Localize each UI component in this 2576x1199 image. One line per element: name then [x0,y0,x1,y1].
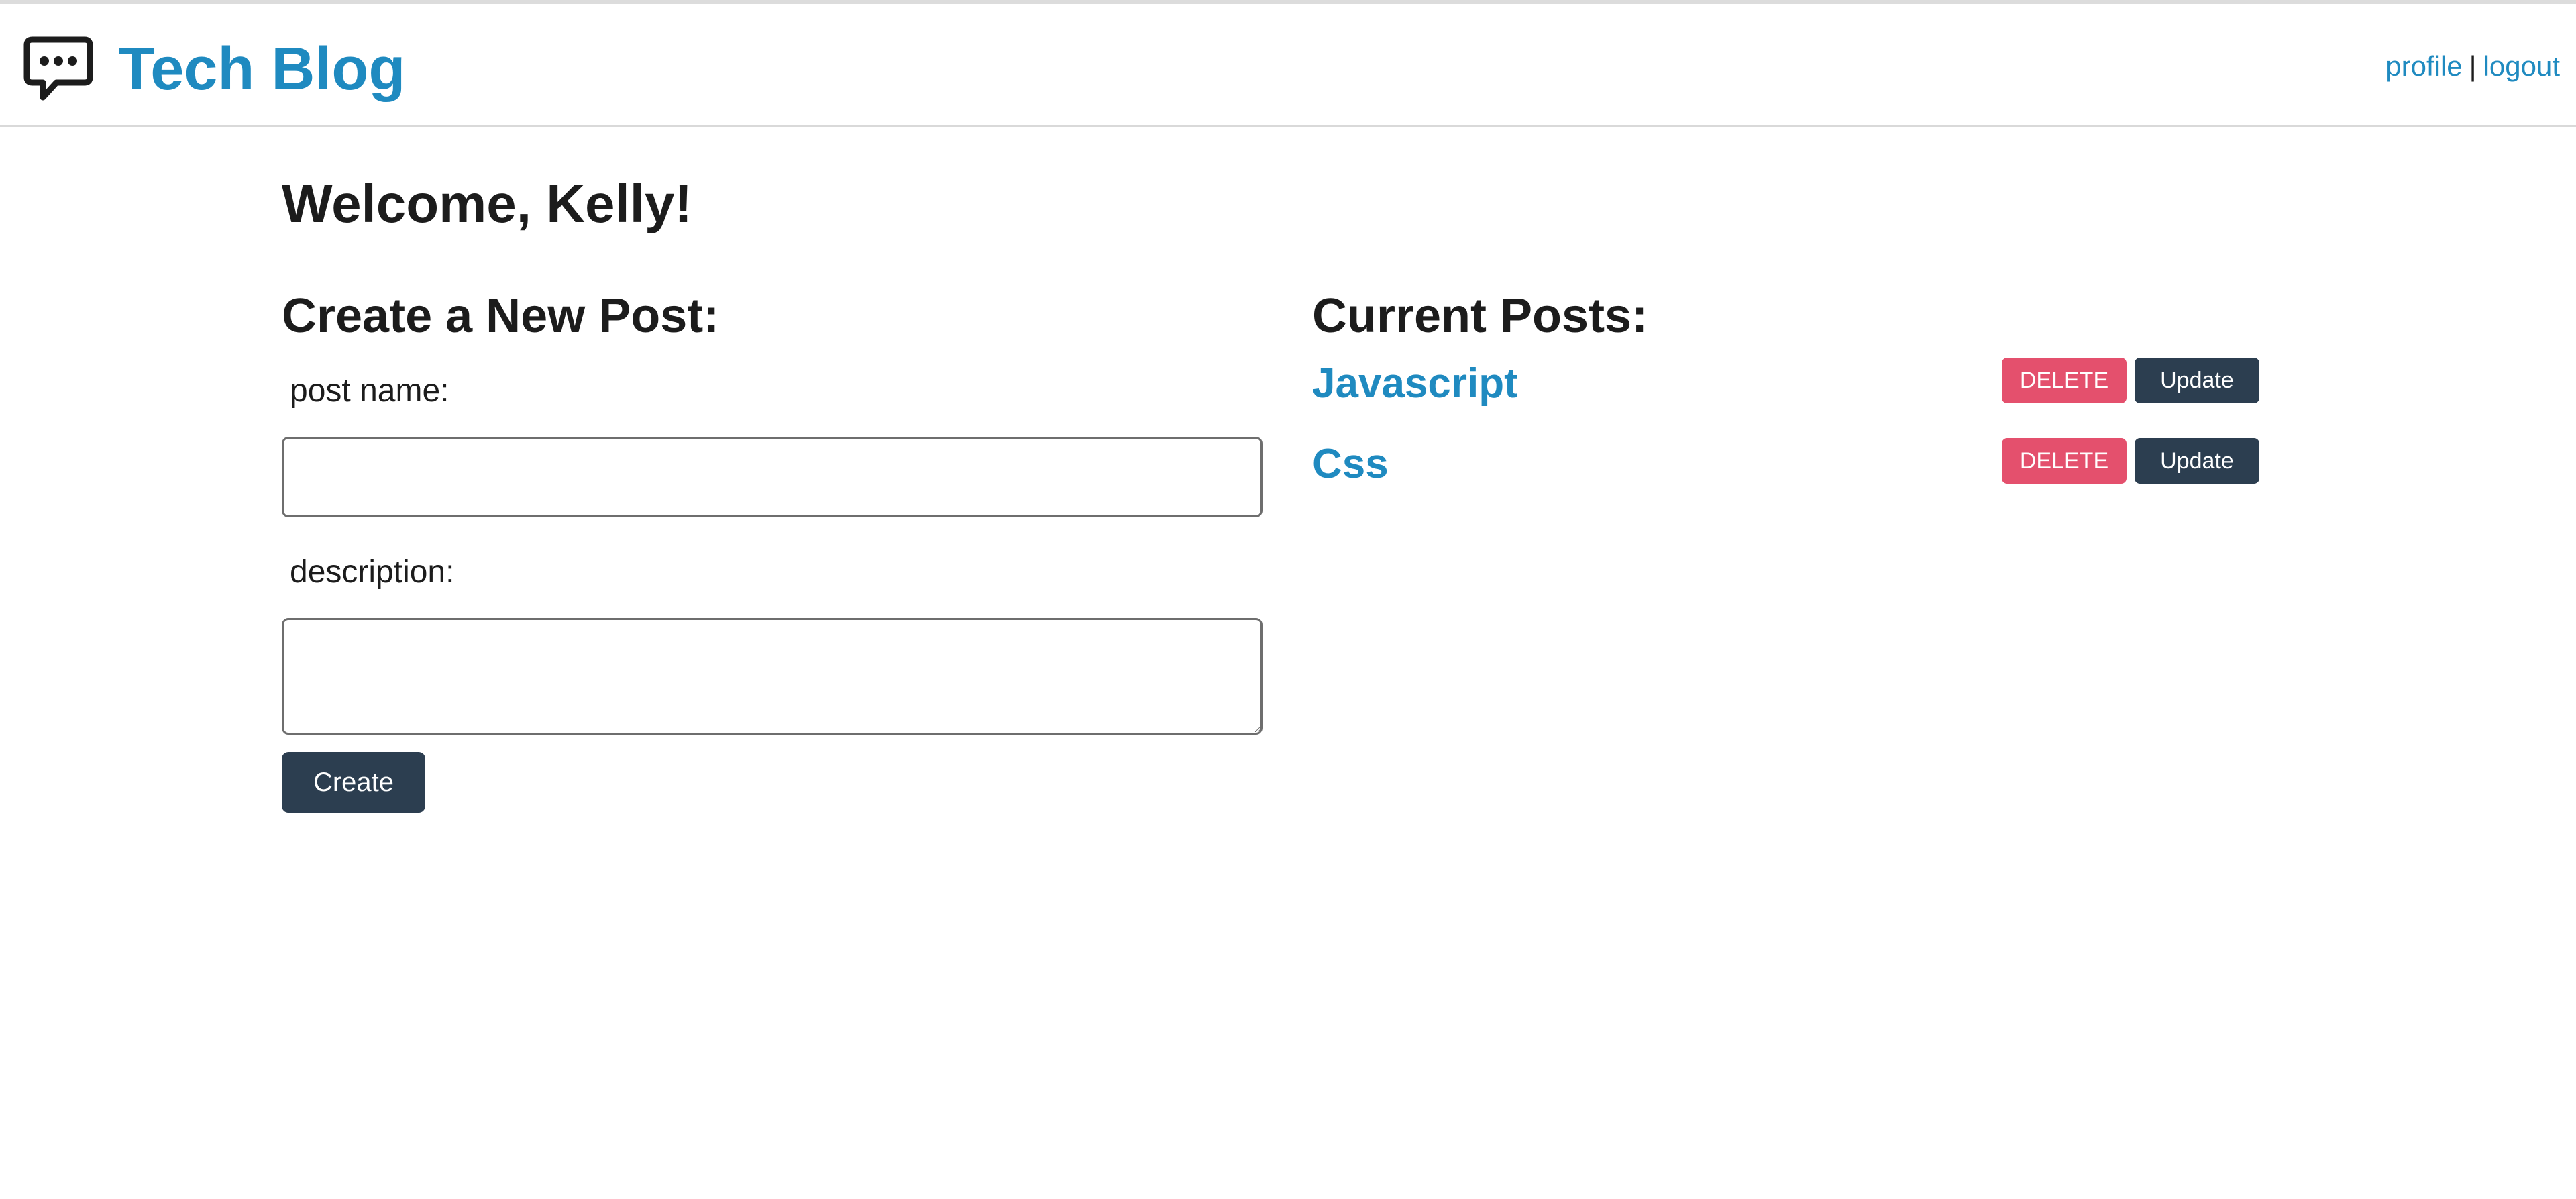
post-title-link[interactable]: Javascript [1312,363,1518,405]
post-actions: DELETE Update [2002,358,2259,404]
site-title[interactable]: Tech Blog [118,39,405,99]
delete-post-button[interactable]: DELETE [2002,358,2127,404]
post-name-input[interactable] [282,437,1263,518]
post-title-link[interactable]: Css [1312,444,1389,485]
update-post-button[interactable]: Update [2135,358,2259,404]
header-nav: profile | logout [2385,52,2560,81]
brand[interactable]: Tech Blog [23,32,405,106]
nav-separator: | [2469,50,2477,82]
create-post-heading: Create a New Post: [282,289,720,343]
current-posts-heading: Current Posts: [1312,289,1648,343]
post-actions: DELETE Update [2002,438,2259,484]
current-posts-section: Current Posts: Javascript DELETE Update … [1312,289,2259,512]
post-name-label: post name: [290,373,449,409]
welcome-heading: Welcome, Kelly! [282,174,693,233]
site-header: Tech Blog profile | logout [0,4,2576,127]
post-item: Css DELETE Update [1312,431,2259,512]
update-post-button[interactable]: Update [2135,438,2259,484]
create-button[interactable]: Create [282,752,425,813]
chat-bubble-icon [23,36,93,101]
description-label: description: [290,554,455,590]
logout-link[interactable]: logout [2483,50,2560,82]
post-item: Javascript DELETE Update [1312,351,2259,431]
delete-post-button[interactable]: DELETE [2002,438,2127,484]
description-textarea[interactable] [282,618,1263,735]
create-post-section: Create a New Post: post name: descriptio… [282,289,1263,813]
profile-link[interactable]: profile [2385,50,2462,82]
